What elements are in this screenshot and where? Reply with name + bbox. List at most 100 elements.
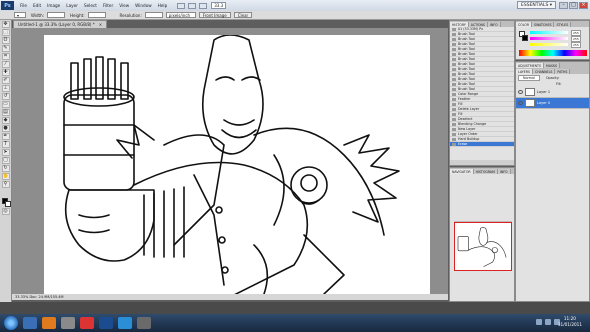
history-item-label: Brush Tool	[458, 62, 475, 66]
pen-tool-icon[interactable]: ✒	[1, 133, 10, 140]
desktop-strip	[0, 302, 590, 314]
layer-row-1[interactable]: Layer 1	[516, 87, 589, 98]
clone-stamp-tool-icon[interactable]: ⊥	[1, 85, 10, 92]
taskbar-app-icon[interactable]	[61, 317, 75, 329]
fill-label: Fill:	[556, 82, 562, 86]
color-background-swatch[interactable]	[522, 35, 528, 41]
tab-masks[interactable]: MASKS	[544, 63, 561, 68]
bridge-icon[interactable]	[177, 2, 186, 9]
network-icon[interactable]	[536, 319, 542, 325]
tool-preset-picker[interactable]: ▾	[14, 12, 26, 18]
quick-select-tool-icon[interactable]: ✎	[1, 45, 10, 52]
menu-select[interactable]: Select	[84, 3, 97, 8]
menu-edit[interactable]: Edit	[33, 3, 41, 8]
width-input[interactable]	[46, 12, 65, 18]
blend-mode-select[interactable]: Normal	[518, 74, 540, 81]
minimize-icon[interactable]: –	[559, 2, 568, 9]
resolution-input[interactable]	[144, 12, 163, 18]
tab-channels[interactable]: CHANNELS	[532, 69, 556, 74]
healing-tool-icon[interactable]: ✚	[1, 69, 10, 76]
canvas-area[interactable]	[12, 28, 448, 294]
layers-panel: ADJUSTMENTS MASKS LAYERS CHANNELS PATHS …	[515, 61, 590, 302]
tab-layers[interactable]: LAYERS	[516, 69, 533, 74]
zoom-tool-icon[interactable]: ⚲	[1, 181, 10, 188]
taskbar: 11:20 31/01/2011	[0, 314, 590, 332]
hand-tool-icon[interactable]: ✋	[1, 173, 10, 180]
toolbox: ✥ ⬚ ʘ ✎ ⌗ ⁄ ✚ ✐ ⊥ ↺ ▭ ▤ ◆ ● ✒ T ➤ ▢ ↻ ✋ …	[0, 20, 12, 302]
history-item[interactable]: Erase	[450, 142, 514, 147]
visibility-eye-icon[interactable]	[518, 101, 523, 105]
tab-paths[interactable]: PATHS	[555, 69, 571, 74]
menu-help[interactable]: Help	[158, 3, 168, 8]
maximize-icon[interactable]: □	[569, 2, 578, 9]
crop-tool-icon[interactable]: ⌗	[1, 53, 10, 60]
type-tool-icon[interactable]: T	[1, 141, 10, 148]
move-tool-icon[interactable]: ✥	[1, 21, 10, 28]
eraser-tool-icon[interactable]: ▭	[1, 101, 10, 108]
gradient-tool-icon[interactable]: ▤	[1, 109, 10, 116]
history-item-label: Fill	[458, 112, 463, 116]
front-image-button[interactable]: Front Image	[198, 12, 231, 18]
path-select-tool-icon[interactable]: ➤	[1, 149, 10, 156]
taskbar-skype-icon[interactable]	[118, 317, 132, 329]
height-input[interactable]	[87, 12, 106, 18]
3d-rotate-tool-icon[interactable]: ↻	[1, 165, 10, 172]
clear-button[interactable]: Clear	[233, 12, 253, 18]
red-slider[interactable]	[530, 31, 568, 34]
taskbar-firefox-icon[interactable]	[42, 317, 56, 329]
layer-row-0[interactable]: Layer 0	[516, 98, 589, 109]
history-step-icon	[452, 57, 456, 61]
tab-navigator[interactable]: NAVIGATOR	[450, 169, 474, 174]
workspace-switcher[interactable]: ESSENTIALS ▾	[517, 1, 556, 9]
history-brush-tool-icon[interactable]: ↺	[1, 93, 10, 100]
tab-nav-info[interactable]: INFO	[497, 169, 511, 174]
hand-icon[interactable]	[199, 2, 208, 9]
quick-mask-icon[interactable]: ◎	[1, 208, 10, 215]
menu-window[interactable]: Window	[135, 3, 152, 8]
eyedropper-tool-icon[interactable]: ⁄	[1, 61, 10, 68]
green-slider[interactable]	[530, 37, 568, 40]
document-tab[interactable]: Untitled-1 @ 33.3% (Layer 0, RGB/8) * ×	[13, 20, 108, 28]
taskbar-explorer-icon[interactable]	[23, 317, 37, 329]
blue-value[interactable]: 255	[571, 42, 581, 48]
mini-bridge-icon[interactable]	[188, 2, 197, 9]
tab-histogram[interactable]: HISTOGRAM	[473, 169, 498, 174]
window-controls: – □ ×	[559, 2, 588, 9]
color-ramp[interactable]	[519, 50, 587, 56]
layer-name: Layer 1	[537, 90, 551, 94]
menu-image[interactable]: Image	[47, 3, 60, 8]
brush-tool-icon[interactable]: ✐	[1, 77, 10, 84]
blur-tool-icon[interactable]: ◆	[1, 117, 10, 124]
shape-tool-icon[interactable]: ▢	[1, 157, 10, 164]
close-document-icon[interactable]: ×	[99, 22, 102, 27]
menu-filter[interactable]: Filter	[103, 3, 113, 8]
history-item-label: Layer Order	[458, 132, 478, 136]
canvas[interactable]	[44, 35, 430, 294]
tab-info[interactable]: INFO	[487, 22, 501, 27]
close-icon[interactable]: ×	[579, 2, 588, 9]
resolution-unit-select[interactable]: pixels/inch	[165, 12, 196, 18]
menu-layer[interactable]: Layer	[66, 3, 78, 8]
history-item-label: Brush Tool	[458, 77, 475, 81]
zoom-level[interactable]: 33.3	[211, 2, 227, 9]
visibility-eye-icon[interactable]	[518, 90, 523, 94]
taskbar-photoshop-icon[interactable]	[99, 317, 113, 329]
history-step-icon	[452, 37, 456, 41]
menu-view[interactable]: View	[119, 3, 129, 8]
status-bar: 33.33% Doc: 24.9M/155.4M	[12, 294, 448, 300]
history-item-label: Brush Tool	[458, 57, 475, 61]
dodge-tool-icon[interactable]: ●	[1, 125, 10, 132]
navigator-view-box[interactable]	[454, 222, 512, 271]
taskbar-media-icon[interactable]	[80, 317, 94, 329]
volume-icon[interactable]	[545, 319, 551, 325]
background-color-swatch[interactable]	[5, 201, 11, 207]
taskbar-folder-icon[interactable]	[137, 317, 151, 329]
history-step-icon	[452, 112, 456, 116]
tab-adjustments[interactable]: ADJUSTMENTS	[516, 63, 544, 68]
clock[interactable]: 11:20 31/01/2011	[558, 316, 582, 328]
blue-slider[interactable]	[530, 43, 568, 46]
lasso-tool-icon[interactable]: ʘ	[1, 37, 10, 44]
start-button-icon[interactable]	[4, 316, 18, 330]
menu-file[interactable]: File	[20, 3, 27, 8]
marquee-tool-icon[interactable]: ⬚	[1, 29, 10, 36]
